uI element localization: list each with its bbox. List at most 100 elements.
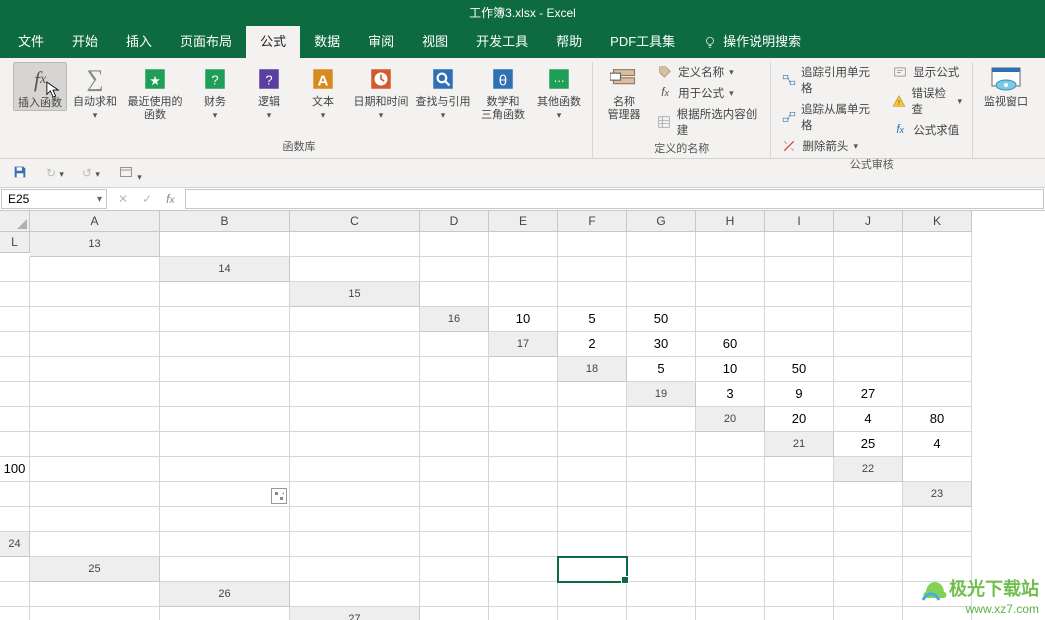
cell[interactable] — [903, 307, 972, 332]
cell[interactable]: + — [160, 482, 290, 507]
create-from-selection-button[interactable]: 根据所选内容创建 — [653, 104, 764, 140]
tab-pdf[interactable]: PDF工具集 — [596, 26, 689, 58]
row-header[interactable]: 18 — [558, 357, 627, 382]
column-header[interactable]: B — [160, 211, 290, 232]
cell[interactable] — [160, 457, 290, 482]
confirm-formula-button[interactable]: ✓ — [142, 192, 152, 206]
insert-function-button[interactable]: fx 插入函数 — [13, 62, 67, 111]
remove-arrows-button[interactable]: 删除箭头 ▾ — [777, 136, 878, 156]
row-header[interactable]: 21 — [765, 432, 834, 457]
cell[interactable]: 4 — [903, 432, 972, 457]
tab-file[interactable]: 文件 — [4, 26, 58, 58]
cell[interactable]: 25 — [834, 432, 903, 457]
cell[interactable] — [30, 507, 160, 532]
cell[interactable] — [30, 607, 160, 620]
tab-data[interactable]: 数据 — [300, 26, 354, 58]
cell[interactable] — [0, 307, 30, 332]
cell[interactable] — [903, 357, 972, 382]
define-name-button[interactable]: 定义名称 ▾ — [653, 62, 764, 82]
cell[interactable] — [627, 232, 696, 257]
cell[interactable] — [627, 407, 696, 432]
cell[interactable] — [834, 532, 903, 557]
tab-formulas[interactable]: 公式 — [246, 26, 300, 58]
cell[interactable] — [489, 582, 558, 607]
financial-button[interactable]: ? 财务▾ — [189, 62, 241, 122]
cell[interactable] — [765, 232, 834, 257]
cell[interactable] — [420, 457, 489, 482]
cell[interactable] — [290, 507, 420, 532]
cell[interactable] — [627, 482, 696, 507]
cell[interactable] — [30, 432, 160, 457]
cell[interactable] — [696, 457, 765, 482]
cell[interactable] — [489, 557, 558, 582]
autofill-options-icon[interactable]: + — [271, 488, 287, 504]
cell[interactable] — [489, 607, 558, 620]
cell[interactable] — [558, 482, 627, 507]
error-checking-button[interactable]: ! 错误检查 ▾ — [888, 83, 966, 119]
row-header[interactable]: 16 — [420, 307, 489, 332]
cell[interactable] — [290, 382, 420, 407]
fx-formula-button[interactable]: fx — [166, 192, 174, 206]
cell[interactable] — [290, 582, 420, 607]
cell[interactable] — [696, 482, 765, 507]
cell[interactable] — [903, 532, 972, 557]
row-header[interactable]: 13 — [30, 232, 160, 257]
cell[interactable] — [420, 382, 489, 407]
cell[interactable] — [0, 607, 30, 620]
cell[interactable] — [290, 257, 420, 282]
cell[interactable] — [903, 282, 972, 307]
cell[interactable] — [489, 232, 558, 257]
cell[interactable]: 3 — [696, 382, 765, 407]
tab-review[interactable]: 审阅 — [354, 26, 408, 58]
row-header[interactable]: 23 — [903, 482, 972, 507]
cell[interactable] — [160, 507, 290, 532]
cell[interactable] — [0, 382, 30, 407]
cell[interactable] — [290, 232, 420, 257]
column-header[interactable]: L — [0, 232, 30, 253]
cell[interactable] — [160, 407, 290, 432]
cell[interactable] — [489, 407, 558, 432]
cell[interactable] — [290, 307, 420, 332]
cell[interactable] — [489, 432, 558, 457]
cell[interactable] — [903, 607, 972, 620]
trace-dependents-button[interactable]: 追踪从属单元格 — [777, 99, 878, 135]
cell[interactable] — [290, 407, 420, 432]
column-header[interactable]: H — [696, 211, 765, 232]
cell[interactable] — [290, 532, 420, 557]
cell[interactable] — [834, 357, 903, 382]
cell[interactable]: 30 — [627, 332, 696, 357]
cell[interactable] — [834, 232, 903, 257]
cell[interactable] — [30, 257, 160, 282]
cell[interactable] — [30, 582, 160, 607]
cell[interactable] — [765, 532, 834, 557]
cell[interactable] — [0, 507, 30, 532]
cell[interactable]: 100 — [0, 457, 30, 482]
tab-insert[interactable]: 插入 — [112, 26, 166, 58]
column-header[interactable]: I — [765, 211, 834, 232]
cell[interactable] — [30, 407, 160, 432]
cell[interactable]: 60 — [696, 332, 765, 357]
cell[interactable] — [489, 532, 558, 557]
cell[interactable]: 5 — [558, 307, 627, 332]
cell[interactable] — [903, 332, 972, 357]
cell[interactable] — [696, 257, 765, 282]
cell[interactable] — [558, 232, 627, 257]
cell[interactable]: 27 — [834, 382, 903, 407]
cell[interactable] — [765, 507, 834, 532]
cell[interactable]: 80 — [903, 407, 972, 432]
select-all-corner[interactable] — [0, 211, 30, 232]
cell[interactable] — [627, 582, 696, 607]
cell[interactable] — [903, 457, 972, 482]
show-formulas-button[interactable]: 显示公式 — [888, 62, 966, 82]
cell[interactable] — [160, 307, 290, 332]
cell[interactable] — [160, 382, 290, 407]
cell[interactable] — [834, 282, 903, 307]
cell[interactable] — [420, 607, 489, 620]
cell[interactable] — [0, 332, 30, 357]
cell[interactable] — [765, 257, 834, 282]
cell[interactable] — [30, 282, 160, 307]
cell[interactable] — [160, 332, 290, 357]
cell[interactable] — [903, 382, 972, 407]
trace-precedents-button[interactable]: 追踪引用单元格 — [777, 62, 878, 98]
cell[interactable] — [696, 507, 765, 532]
